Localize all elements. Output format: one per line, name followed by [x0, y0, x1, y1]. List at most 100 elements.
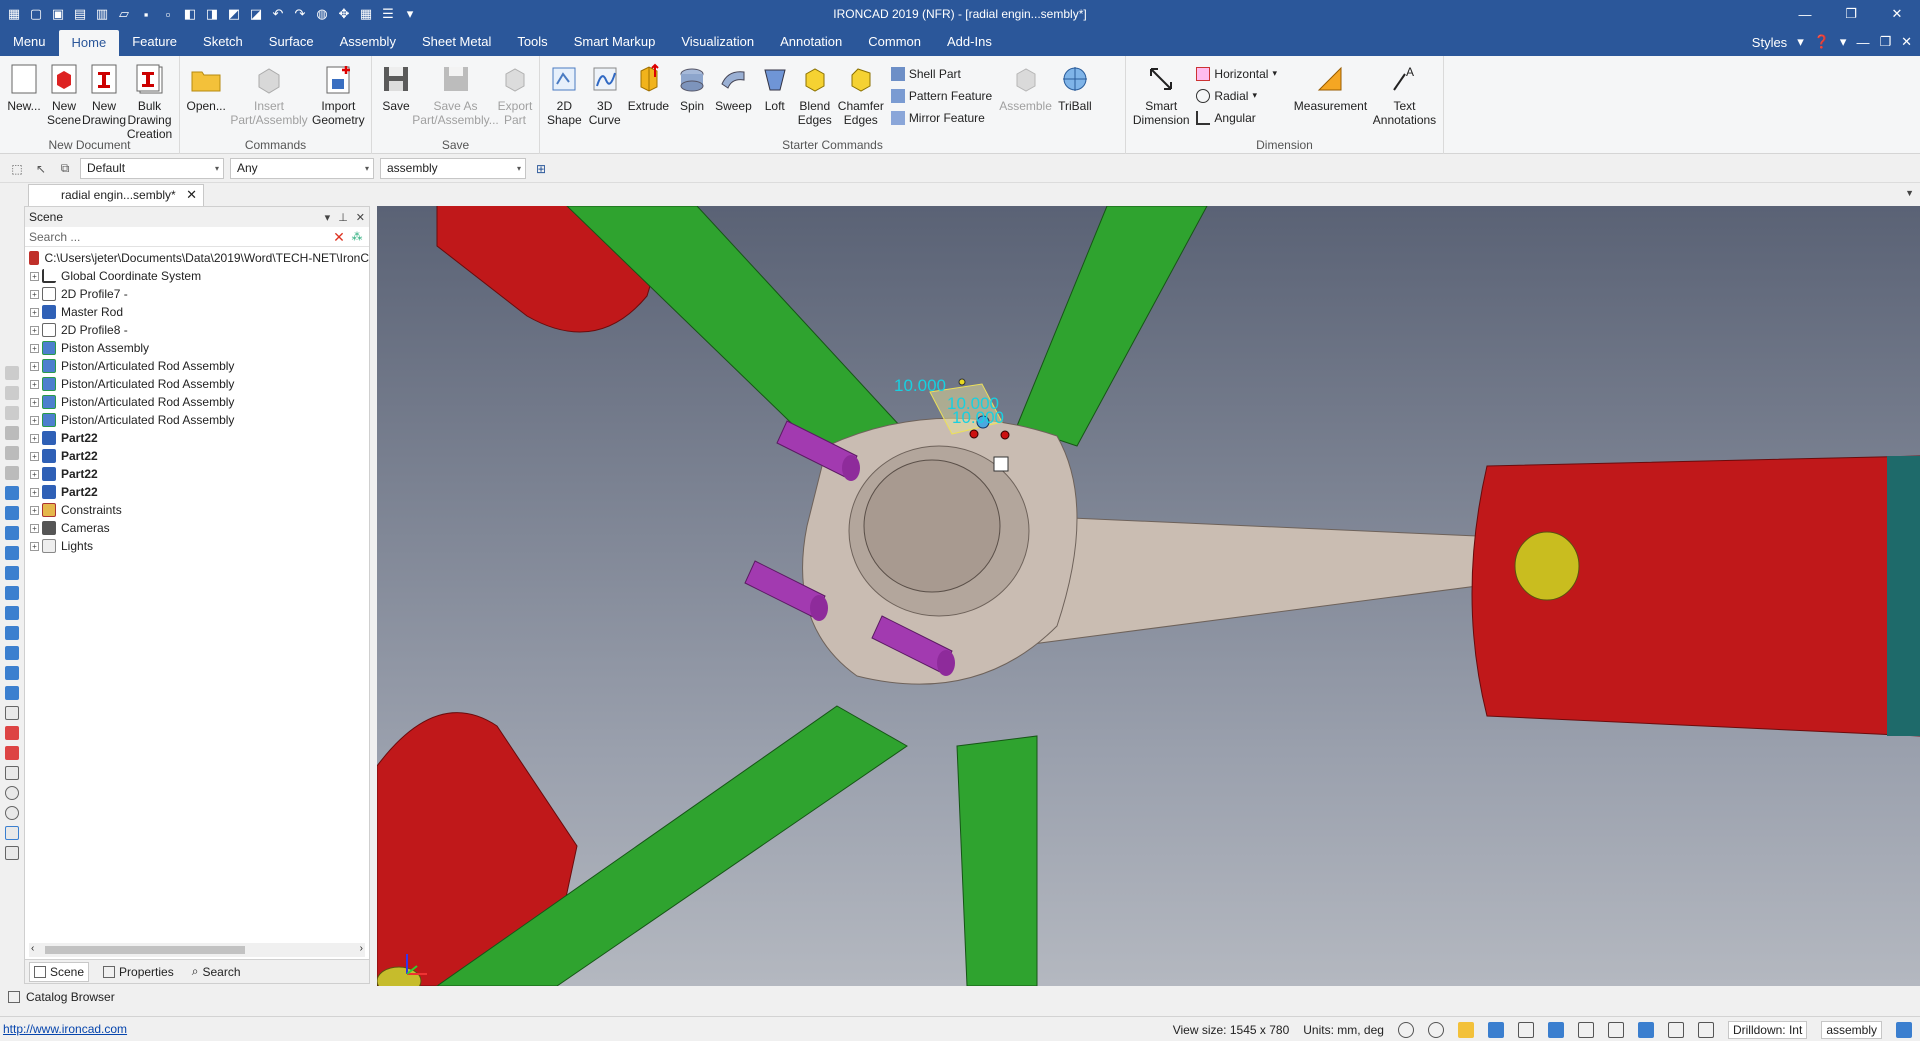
- tree-item[interactable]: + Part22: [25, 447, 369, 465]
- mirror-feature-button[interactable]: Mirror Feature: [890, 108, 992, 127]
- app-icon[interactable]: ▦: [4, 4, 24, 24]
- expand-icon[interactable]: +: [30, 487, 39, 497]
- tree-item[interactable]: + Part22: [25, 483, 369, 501]
- view-box-icon-10[interactable]: [5, 666, 19, 680]
- expand-icon[interactable]: +: [30, 343, 39, 353]
- tree-root[interactable]: C:\Users\jeter\Documents\Data\2019\Word\…: [25, 249, 369, 267]
- doc-restore-button[interactable]: ❐: [1879, 34, 1891, 50]
- curve-tool-icon[interactable]: [5, 826, 19, 840]
- paste-icon[interactable]: ◪: [246, 4, 266, 24]
- render-mode-icon[interactable]: [1487, 1021, 1504, 1038]
- tab-sketch[interactable]: Sketch: [190, 28, 256, 56]
- camera-icon[interactable]: [1637, 1021, 1654, 1038]
- pin-icon[interactable]: ⊥: [338, 211, 348, 224]
- expand-icon[interactable]: +: [30, 433, 39, 443]
- document-tab[interactable]: radial engin...sembly* ✕: [28, 184, 204, 206]
- open-folder-icon[interactable]: ▱: [114, 4, 134, 24]
- expand-icon[interactable]: +: [30, 361, 39, 371]
- engine-model[interactable]: 10.000 10.000 10.000: [377, 206, 1920, 986]
- tree-item[interactable]: + Part22: [25, 429, 369, 447]
- globe-icon[interactable]: ◍: [312, 4, 332, 24]
- tree-item[interactable]: + Piston/Articulated Rod Assembly: [25, 375, 369, 393]
- help-icon[interactable]: ❓: [1814, 34, 1830, 50]
- website-link[interactable]: http://www.ironcad.com: [3, 1022, 127, 1036]
- expand-icon[interactable]: +: [30, 289, 39, 299]
- close-icon[interactable]: ✕: [186, 185, 197, 205]
- close-icon[interactable]: ✕: [356, 211, 365, 224]
- tab-surface[interactable]: Surface: [256, 28, 327, 56]
- angle-tool-icon[interactable]: [5, 766, 19, 780]
- tool-icon-2[interactable]: [5, 386, 19, 400]
- pattern-feature-button[interactable]: Pattern Feature: [890, 86, 992, 105]
- tab-visualization[interactable]: Visualization: [668, 28, 767, 56]
- horizontal-scrollbar[interactable]: ‹ ›: [29, 943, 365, 957]
- tool-icon-6[interactable]: [5, 466, 19, 480]
- rotate-tool-icon[interactable]: [5, 786, 19, 800]
- pointer-icon[interactable]: ↖: [32, 160, 50, 178]
- lighting-icon[interactable]: [1667, 1021, 1684, 1038]
- tab-assembly[interactable]: Assembly: [327, 28, 409, 56]
- doc-close-button[interactable]: ✕: [1901, 34, 1912, 50]
- styles-menu[interactable]: Styles: [1752, 35, 1787, 50]
- tree-item[interactable]: + Cameras: [25, 519, 369, 537]
- filter-combo[interactable]: Any ▾: [230, 158, 374, 179]
- tool-icon-5[interactable]: [5, 446, 19, 460]
- section-icon[interactable]: [1577, 1021, 1594, 1038]
- select-arrow-icon[interactable]: [1697, 1021, 1714, 1038]
- tree-item[interactable]: + Piston/Articulated Rod Assembly: [25, 357, 369, 375]
- shell-part-button[interactable]: Shell Part: [890, 64, 992, 83]
- search-options-icon[interactable]: ⁂: [349, 229, 365, 245]
- tree-item[interactable]: + Lights: [25, 537, 369, 555]
- triball-handle-icon[interactable]: [993, 456, 1009, 472]
- scroll-left-icon[interactable]: ‹: [31, 943, 34, 954]
- customize-qat-icon[interactable]: ▾: [400, 4, 420, 24]
- help-dropdown-icon[interactable]: ▾: [1840, 34, 1847, 50]
- drilldown-combo[interactable]: Drilldown: Int: [1727, 1020, 1808, 1039]
- select-filter-icon[interactable]: ⬚: [8, 160, 26, 178]
- redo-icon[interactable]: ↷: [290, 4, 310, 24]
- style-combo[interactable]: Default ▾: [80, 158, 224, 179]
- pan-icon[interactable]: [1517, 1021, 1534, 1038]
- layout-icon[interactable]: ☰: [378, 4, 398, 24]
- expand-icon[interactable]: +: [30, 307, 39, 317]
- tab-common[interactable]: Common: [855, 28, 934, 56]
- tab-properties[interactable]: Properties: [99, 963, 178, 981]
- no-tool-icon[interactable]: [5, 806, 19, 820]
- expand-icon[interactable]: +: [30, 379, 39, 389]
- save-icon[interactable]: ▪: [136, 4, 156, 24]
- view-box-icon-5[interactable]: [5, 566, 19, 580]
- view-box-icon-2[interactable]: [5, 506, 19, 520]
- tool-icon-4[interactable]: [5, 426, 19, 440]
- expand-icon[interactable]: +: [30, 325, 39, 335]
- scroll-right-icon[interactable]: ›: [360, 943, 363, 954]
- new-scene-icon[interactable]: ▣: [48, 4, 68, 24]
- view-box-icon-4[interactable]: [5, 546, 19, 560]
- display-icon[interactable]: [1607, 1021, 1624, 1038]
- expand-icon[interactable]: +: [30, 505, 39, 515]
- triball-icon[interactable]: ✥: [334, 4, 354, 24]
- view-box-icon-9[interactable]: [5, 646, 19, 660]
- panel-menu-icon[interactable]: ▾: [325, 211, 331, 224]
- tree-item[interactable]: + Piston Assembly: [25, 339, 369, 357]
- rod-upper-right[interactable]: [1016, 206, 1208, 447]
- scene-search-box[interactable]: Search ... ✕ ⁂: [25, 227, 369, 247]
- tab-scene[interactable]: Scene: [29, 961, 90, 982]
- expand-icon[interactable]: +: [30, 451, 39, 461]
- tab-tools[interactable]: Tools: [504, 28, 560, 56]
- catalog-browser-bar[interactable]: Catalog Browser: [0, 986, 1920, 1008]
- red-tool-icon-2[interactable]: [5, 746, 19, 760]
- tab-sheet-metal[interactable]: Sheet Metal: [409, 28, 504, 56]
- view-orient-icon[interactable]: [1457, 1021, 1474, 1038]
- view-box-icon-6[interactable]: [5, 586, 19, 600]
- sketch-tool-icon[interactable]: [5, 706, 19, 720]
- status-extra-icon[interactable]: [1896, 1021, 1912, 1038]
- horizontal-dimension-button[interactable]: Horizontal ▾: [1196, 64, 1277, 83]
- red-tool-icon-1[interactable]: [5, 726, 19, 740]
- minimize-button[interactable]: —: [1782, 0, 1828, 28]
- import-icon[interactable]: ▫: [158, 4, 178, 24]
- tree-item[interactable]: + Piston/Articulated Rod Assembly: [25, 393, 369, 411]
- zoom-icon[interactable]: [1397, 1021, 1414, 1038]
- tab-smart-markup[interactable]: Smart Markup: [561, 28, 669, 56]
- tab-list-dropdown-icon[interactable]: ▼: [1905, 188, 1914, 198]
- maximize-button[interactable]: ❐: [1828, 0, 1874, 28]
